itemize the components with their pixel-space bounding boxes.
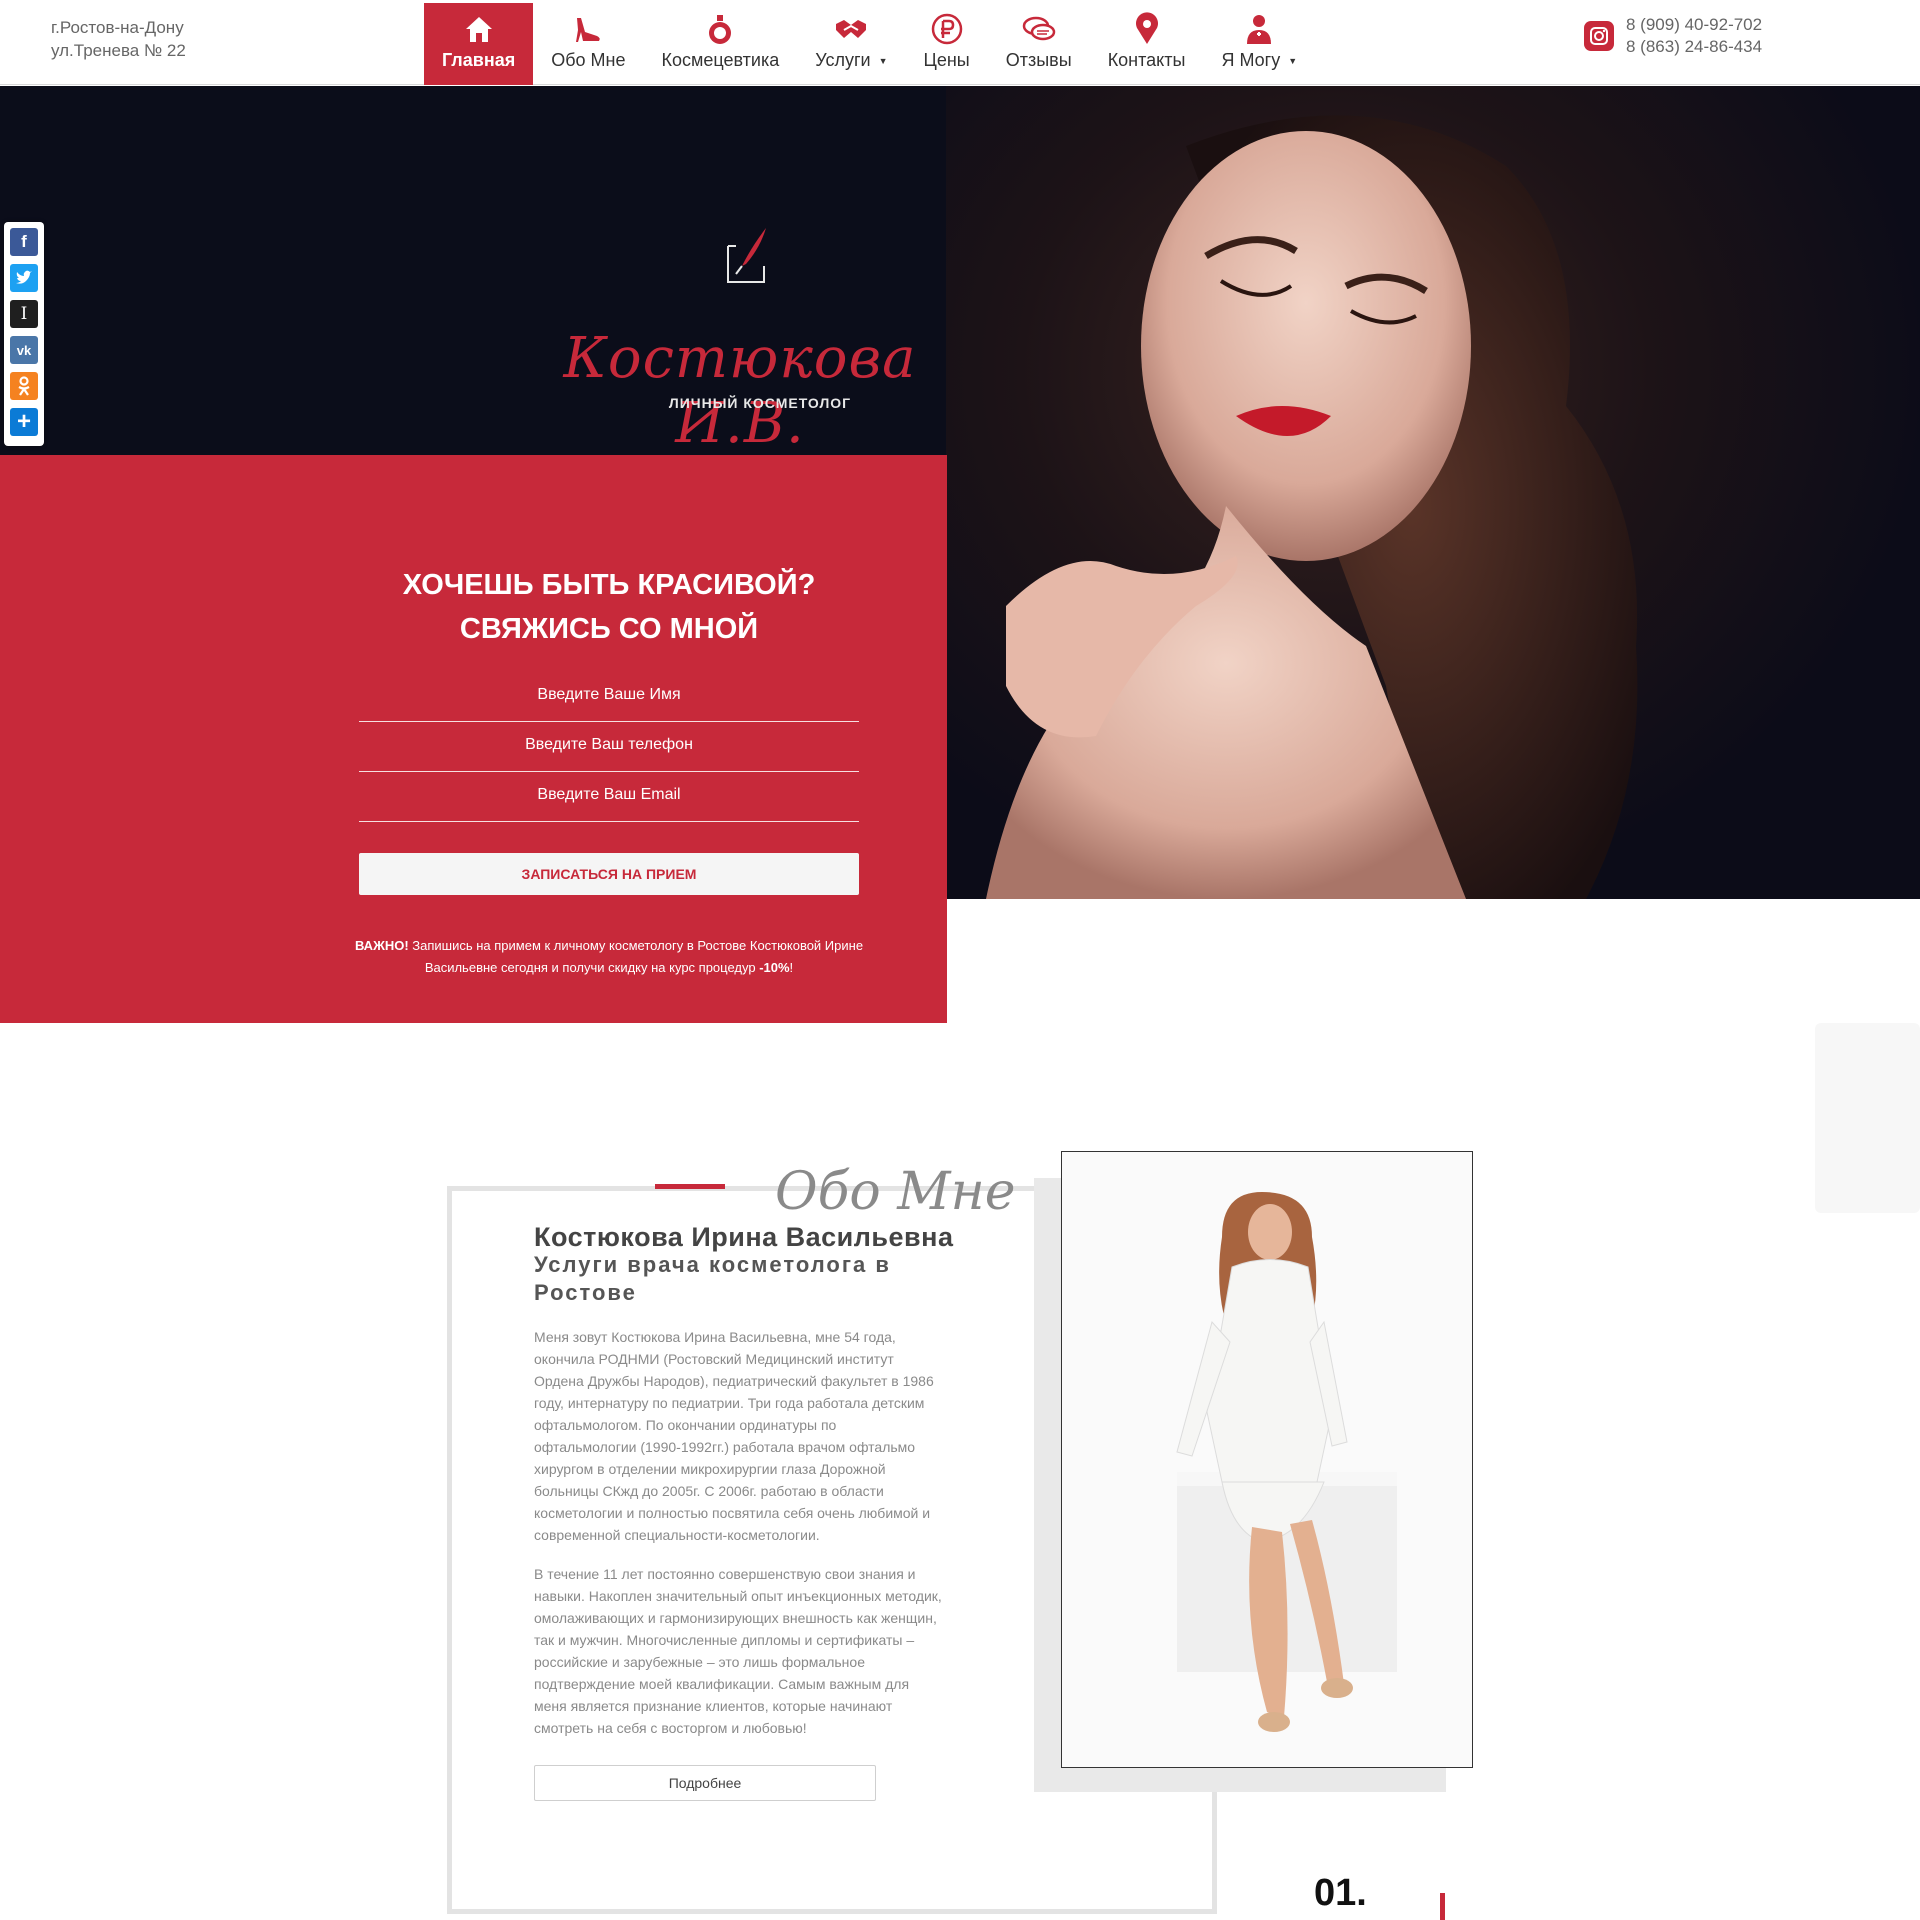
nav-item-prices[interactable]: Цены xyxy=(906,3,988,85)
nav-label-home: Главная xyxy=(442,50,516,70)
notice-text: Запишись на примем к личному косметологу… xyxy=(408,938,864,975)
about-name: Костюкова Ирина Васильевна xyxy=(534,1222,954,1252)
nav-item-reviews[interactable]: Отзывы xyxy=(988,3,1090,85)
odnoklassniki-icon[interactable] xyxy=(10,372,38,400)
nav-label-skills: Я Могу ▼ xyxy=(1221,50,1298,70)
notice-important: ВАЖНО! xyxy=(354,938,409,953)
phone-numbers: 8 (909) 40-92-702 8 (863) 24-86-434 xyxy=(1626,14,1762,58)
form-title-line2: СВЯЖИСЬ СО МНОЙ xyxy=(459,613,759,645)
email-input[interactable]: Введите Ваш Email xyxy=(359,774,859,822)
address: г.Ростов-на-Дону ул.Тренева № 22 xyxy=(51,16,186,62)
brand-name: Костюкова И.В. xyxy=(563,326,917,456)
social-share-bar: f I vk + xyxy=(4,222,44,446)
nav-item-services[interactable]: Услуги ▼ xyxy=(797,3,905,85)
facebook-icon[interactable]: f xyxy=(10,228,38,256)
about-paragraph-2: В течение 11 лет постоянно совершенствую… xyxy=(534,1566,942,1736)
map-pin-icon xyxy=(1135,12,1158,44)
main-nav: Главная Обо Мне Космецевтика Услуги ▼ Цен… xyxy=(424,3,1315,85)
signup-form-panel: ХОЧЕШЬ БЫТЬ КРАСИВОЙ? СВЯЖИСЬ СО МНОЙ Вв… xyxy=(0,455,947,1023)
nav-label-contacts: Контакты xyxy=(1107,50,1186,70)
name-input[interactable]: Введите Ваше Имя xyxy=(359,674,859,722)
instagram-icon[interactable] xyxy=(1584,21,1614,51)
nav-item-contacts[interactable]: Контакты xyxy=(1090,3,1204,85)
nav-item-about[interactable]: Обо Мне xyxy=(533,3,643,85)
twitter-icon[interactable] xyxy=(10,264,38,292)
form-title: ХОЧЕШЬ БЫТЬ КРАСИВОЙ? СВЯЖИСЬ СО МНОЙ xyxy=(200,563,1018,651)
page: г.Ростов-на-Дону ул.Тренева № 22 Главная… xyxy=(0,0,1920,1920)
handshake-icon xyxy=(836,20,867,38)
nav-label-services: Услуги ▼ xyxy=(815,50,888,70)
nav-label-prices: Цены xyxy=(923,50,970,70)
phone-1[interactable]: 8 (909) 40-92-702 xyxy=(1626,14,1762,36)
more-button[interactable]: Подробнее xyxy=(534,1765,876,1801)
discount-notice: ВАЖНО! Запишись на примем к личному косм… xyxy=(330,935,888,979)
doctor-photo xyxy=(1061,1151,1473,1768)
section-number: 01. xyxy=(1314,1872,1367,1914)
nav-label-cosmeceutics: Космецевтика xyxy=(661,50,780,70)
nav-item-home[interactable]: Главная xyxy=(424,3,534,85)
notice-end: ! xyxy=(789,960,794,975)
nav-label-reviews: Отзывы xyxy=(1005,50,1072,70)
book-appointment-button[interactable]: ЗАПИСАТЬСЯ НА ПРИЕМ xyxy=(359,853,859,895)
doctor-icon xyxy=(1247,15,1272,44)
nav-item-cosmeceutics[interactable]: Космецевтика xyxy=(644,3,798,85)
brand-subtitle: ЛИЧНЫЙ КОСМЕТОЛОГ xyxy=(668,395,852,411)
phone-2[interactable]: 8 (863) 24-86-434 xyxy=(1626,36,1762,58)
instapaper-icon[interactable]: I xyxy=(10,300,38,328)
address-city: г.Ростов-на-Дону xyxy=(51,18,184,37)
hero-model-photo xyxy=(946,86,1920,899)
home-icon xyxy=(465,17,492,42)
shoe-icon xyxy=(576,18,601,42)
notice-discount: -10% xyxy=(759,960,790,975)
share-icon[interactable]: + xyxy=(10,408,38,436)
nav-item-skills[interactable]: Я Могу ▼ xyxy=(1203,3,1315,85)
nav-label-about: Обо Мне xyxy=(551,50,626,70)
logo-feather-icon xyxy=(727,228,766,283)
about-paragraph-1: Меня зовут Костюкова Ирина Васильевна, м… xyxy=(534,1329,934,1543)
floating-thumbnail[interactable] xyxy=(1815,1023,1920,1213)
site-header: г.Ростов-на-Дону ул.Тренева № 22 Главная… xyxy=(0,0,1920,85)
header-contacts: 8 (909) 40-92-702 8 (863) 24-86-434 xyxy=(1584,14,1762,58)
ruble-icon xyxy=(931,13,962,45)
about-subtitle: Услуги врача косметолога в Ростове xyxy=(534,1252,891,1305)
about-accent-bar xyxy=(655,1184,725,1189)
section-number-bar xyxy=(1440,1893,1445,1920)
about-script-title: Обо Мне xyxy=(775,1162,1016,1222)
chat-icon xyxy=(1022,16,1055,41)
perfume-icon xyxy=(709,15,732,44)
form-title-line1: ХОЧЕШЬ БЫТЬ КРАСИВОЙ? xyxy=(402,569,816,601)
address-street: ул.Тренева № 22 xyxy=(51,41,186,60)
phone-input[interactable]: Введите Ваш телефон xyxy=(359,724,859,772)
vk-icon[interactable]: vk xyxy=(10,336,38,364)
